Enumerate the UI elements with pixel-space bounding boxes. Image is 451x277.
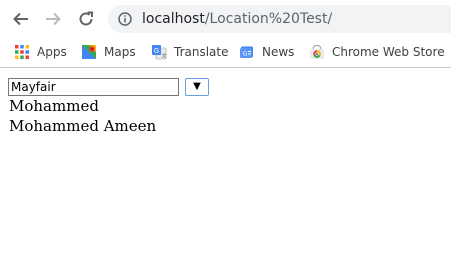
page-content: ▼ Mohammed Mohammed Ameen <box>0 68 451 277</box>
news-icon: G <box>240 46 253 58</box>
url-text[interactable]: localhost/Location%20Test/ <box>142 10 332 28</box>
svg-text:G: G <box>243 51 248 58</box>
bookmarks-bar: Apps Maps G 文 Translate G News Chrome We… <box>0 38 451 68</box>
bookmark-label: Apps <box>37 45 67 59</box>
bookmark-apps[interactable]: Apps <box>14 42 67 62</box>
result-item: Mohammed Ameen <box>9 117 157 135</box>
bookmark-translate[interactable]: G 文 Translate <box>151 42 229 62</box>
dropdown-button[interactable]: ▼ <box>185 78 209 96</box>
translate-icon: G 文 <box>152 45 167 60</box>
address-bar[interactable]: localhost/Location%20Test/ <box>108 5 451 33</box>
forward-button[interactable] <box>42 8 64 30</box>
info-icon[interactable] <box>118 12 132 26</box>
browser-toolbar: localhost/Location%20Test/ <box>0 0 451 38</box>
forward-arrow-icon <box>46 12 61 26</box>
reload-icon <box>79 11 93 26</box>
svg-text:G: G <box>154 47 159 55</box>
chevron-down-icon: ▼ <box>193 81 201 92</box>
url-host: localhost <box>142 11 205 27</box>
reload-button[interactable] <box>75 8 97 30</box>
bookmark-label: News <box>262 45 295 59</box>
chrome-web-store-icon <box>310 44 324 59</box>
maps-icon <box>82 45 96 59</box>
apps-grid-icon <box>15 45 29 59</box>
result-item: Mohammed <box>9 97 99 115</box>
bookmark-chrome-web-store[interactable]: Chrome Web Store <box>309 42 445 62</box>
bookmark-label: Chrome Web Store <box>332 45 445 59</box>
svg-text:文: 文 <box>162 53 167 60</box>
back-button[interactable] <box>10 8 32 30</box>
bookmark-news[interactable]: G News <box>239 42 294 62</box>
url-path: /Location%20Test/ <box>204 11 333 27</box>
location-input[interactable] <box>8 78 179 96</box>
bookmark-maps[interactable]: Maps <box>81 42 136 62</box>
back-arrow-icon <box>13 12 28 26</box>
bookmark-label: Maps <box>104 45 136 59</box>
bookmark-label: Translate <box>174 45 229 59</box>
